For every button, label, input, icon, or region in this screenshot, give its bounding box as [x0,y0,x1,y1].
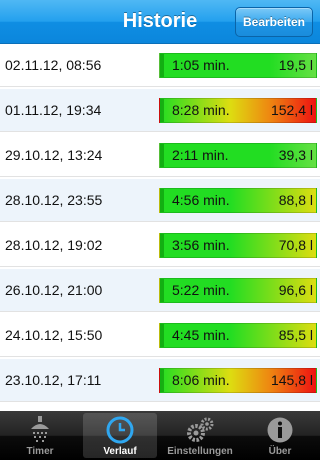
tab-label: Verlauf [103,446,137,457]
usage-bar: 1:05 min. 19,5 l [159,53,317,78]
history-row[interactable]: 29.10.12, 13:24 2:11 min. 39,3 l [0,134,320,177]
gears-icon [187,417,214,442]
history-row[interactable]: 28.10.12, 23:55 4:56 min. 88,8 l [0,179,320,222]
duration-value: 4:56 min. [172,192,230,208]
row-date: 28.10.12, 23:55 [5,192,103,208]
usage-bar: 4:56 min. 88,8 l [159,188,317,213]
volume-value: 145,8 l [270,372,313,388]
history-row[interactable]: 26.10.12, 21:00 5:22 min. 96,6 l [0,269,320,312]
shower-icon [31,416,49,442]
row-date: 28.10.12, 19:02 [5,237,103,253]
duration-value: 4:45 min. [172,327,230,343]
row-date: 23.10.12, 17:11 [5,372,102,388]
tab-ueber[interactable]: Über [240,411,320,460]
volume-value: 39,3 l [278,147,313,163]
row-date: 29.10.12, 13:24 [5,147,103,163]
usage-bar: 5:22 min. 96,6 l [159,278,317,303]
usage-bar: 2:11 min. 39,3 l [159,143,317,168]
volume-value: 85,5 l [278,327,313,343]
usage-bar: 4:45 min. 85,5 l [159,323,317,348]
row-date: 01.11.12, 19:34 [5,102,102,118]
volume-value: 70,8 l [278,237,313,253]
row-date: 24.10.12, 15:50 [5,327,103,343]
row-date: 26.10.12, 21:00 [5,282,103,298]
history-row[interactable] [0,404,320,411]
history-list[interactable]: 02.11.12, 08:56 1:05 min. 19,5 l 01.11.12, … [0,44,320,411]
clock-icon [106,416,134,444]
volume-value: 19,5 l [278,57,313,73]
tab-verlauf[interactable]: Verlauf [80,411,160,460]
info-icon [267,417,293,443]
tab-label: Einstellungen [167,446,233,457]
history-row[interactable]: 23.10.12, 17:11 8:06 min. 145,8 l [0,359,320,402]
usage-bar: 8:28 min. 152,4 l [159,98,317,123]
tab-timer[interactable]: Timer [0,411,80,460]
history-row[interactable]: 01.11.12, 19:34 8:28 min. 152,4 l [0,89,320,132]
volume-value: 96,6 l [278,282,313,298]
usage-bar: 8:06 min. 145,8 l [159,368,317,393]
history-row[interactable]: 24.10.12, 15:50 4:45 min. 85,5 l [0,314,320,357]
history-row[interactable]: 02.11.12, 08:56 1:05 min. 19,5 l [0,44,320,87]
tab-label: Über [268,446,292,457]
navigation-bar: Historie Bearbeiten [0,0,320,44]
duration-value: 3:56 min. [172,237,230,253]
volume-value: 152,4 l [270,102,313,118]
duration-value: 1:05 min. [172,57,230,73]
tab-bar: Timer Verlauf Einstellungen Über [0,411,320,460]
tab-label: Timer [26,446,54,457]
duration-value: 2:11 min. [172,147,229,163]
duration-value: 8:28 min. [172,102,230,118]
tab-einstellungen[interactable]: Einstellungen [160,411,240,460]
duration-value: 8:06 min. [172,372,230,388]
row-date: 02.11.12, 08:56 [5,57,102,73]
edit-button[interactable]: Bearbeiten [235,7,313,37]
usage-bar: 3:56 min. 70,8 l [159,233,317,258]
history-row[interactable]: 28.10.12, 19:02 3:56 min. 70,8 l [0,224,320,267]
volume-value: 88,8 l [278,192,313,208]
duration-value: 5:22 min. [172,282,230,298]
